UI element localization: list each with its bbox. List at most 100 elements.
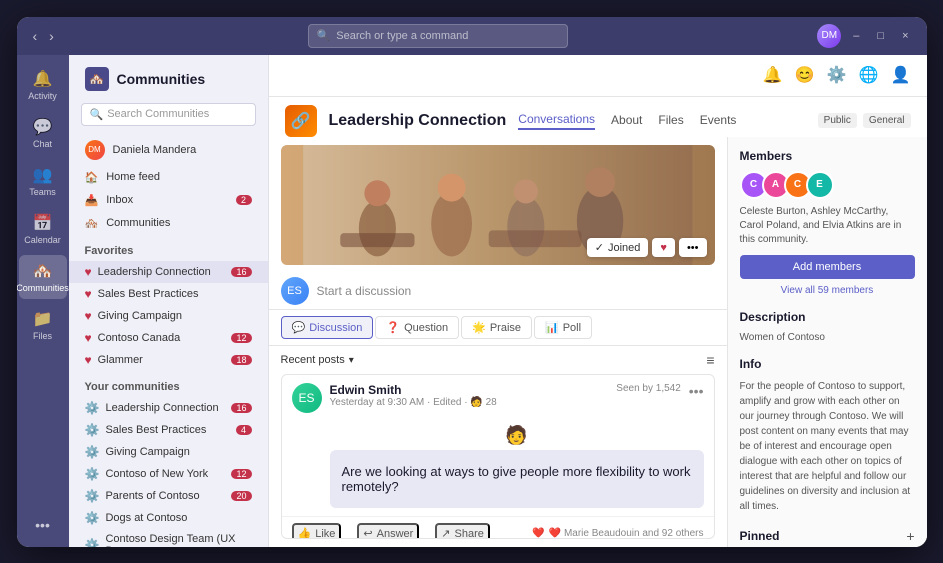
reactions-right: ❤️ ❤️ Marie Beaudouin and 92 others [532,528,703,538]
add-members-button[interactable]: Add members [740,255,915,279]
comm-icon-dogs: ⚙️ [85,511,100,525]
sidebar-item-chat[interactable]: 💬 Chat [19,111,67,155]
comm-item-poc[interactable]: ⚙️ Parents of Contoso 20 [69,485,268,507]
sidebar-nav-communities[interactable]: 🏘️ Communities [69,212,268,235]
comm-lc-label: Leadership Connection [105,402,218,414]
feed-area: ✓ Joined ♥ ••• ES Start a discussion [269,137,727,547]
answer-button[interactable]: ↩ Answer [357,523,419,538]
pinned-title: Pinned [740,529,780,543]
back-button[interactable]: ‹ [29,26,42,46]
forward-button[interactable]: › [45,26,58,46]
sidebar-item-more[interactable]: ••• [19,511,67,539]
comm-icon-gc: ⚙️ [85,445,100,459]
recent-posts-label[interactable]: Recent posts ▾ [281,354,354,366]
like-icon: 👍 [298,527,312,538]
sidebar-nav-home[interactable]: 🏠 Home feed [69,166,268,189]
comm-item-cny[interactable]: ⚙️ Contoso of New York 12 [69,463,268,485]
content-with-panel: ✓ Joined ♥ ••• ES Start a discussion [269,137,927,547]
tab-poll[interactable]: 📊 Poll [534,316,592,339]
user-name: Daniela Mandera [113,144,197,156]
globe-icon[interactable]: 🌐 [859,65,879,85]
share-button[interactable]: ↗ Share [435,523,490,538]
communities-nav-label: Communities [106,217,170,229]
fav-contoso-canada[interactable]: ♥ Contoso Canada 12 [69,327,268,349]
hero-heart-button[interactable]: ♥ [652,238,675,257]
heart-icon-leadership: ♥ [85,265,92,279]
teams-icon: 👥 [33,165,53,185]
sidebar-item-files[interactable]: 📁 Files [19,303,67,347]
more-dots: ••• [35,517,50,533]
bell-icon[interactable]: 🔔 [763,65,783,85]
avatar[interactable]: DM [817,24,841,48]
sidebar-item-activity[interactable]: 🔔 Activity [19,63,67,107]
tab-discussion[interactable]: 💬 Discussion [281,316,374,339]
comm-item-lc[interactable]: ⚙️ Leadership Connection 16 [69,397,268,419]
post-tabs: 💬 Discussion ❓ Question 🌟 Praise 📊 [269,310,727,346]
search-icon-top: 🔍 [317,29,331,42]
filter-icon[interactable]: ≡ [706,352,714,368]
praise-tab-label: Praise [490,322,521,334]
tab-events[interactable]: Events [700,113,737,129]
sidebar-nav-inbox[interactable]: 📥 Inbox 2 [69,189,268,212]
top-bar-icons: 🔔 😊 ⚙️ 🌐 👤 [763,65,911,85]
pinned-header: Pinned + [740,528,915,544]
emoji-icon[interactable]: 😊 [795,65,815,85]
tab-about[interactable]: About [611,113,642,129]
comm-poc-badge: 20 [231,491,251,501]
fav-leadership[interactable]: ♥ Leadership Connection 16 [69,261,268,283]
sidebar-item-teams[interactable]: 👥 Teams [19,159,67,203]
communities-label: Communities [17,283,69,293]
tab-question[interactable]: ❓ Question [375,316,459,339]
hero-more-button[interactable]: ••• [679,238,707,257]
post-actions: 👍 Like ↩ Answer ↗ Share [282,516,714,538]
recent-label-text: Recent posts [281,354,345,366]
close-button[interactable]: × [896,28,914,44]
inbox-label: Inbox [106,194,133,206]
like-button[interactable]: 👍 Like [292,523,342,538]
tab-praise[interactable]: 🌟 Praise [461,316,532,339]
home-icon: 🏠 [85,171,99,184]
add-pinned-button[interactable]: + [906,528,914,544]
poll-icon: 📊 [545,321,559,334]
recent-posts-header: Recent posts ▾ ≡ [269,346,727,374]
chat-icon: 💬 [33,117,53,137]
comm-cdt-label: Contoso Design Team (UX Des... [105,533,251,547]
comm-item-sbp[interactable]: ⚙️ Sales Best Practices 4 [69,419,268,441]
question-tab-label: Question [404,322,448,334]
inbox-icon: 📥 [85,194,99,207]
joined-button[interactable]: ✓ Joined [587,238,649,257]
user-avatar: DM [85,140,105,160]
activity-icon: 🔔 [33,69,53,89]
comm-item-gc[interactable]: ⚙️ Giving Campaign [69,441,268,463]
post-header: ES Edwin Smith Yesterday at 9:30 AM · Ed… [282,375,714,417]
discussion-icon: 💬 [292,321,306,334]
tab-files[interactable]: Files [658,113,683,129]
tab-conversations[interactable]: Conversations [518,112,595,130]
sidebar-user[interactable]: DM Daniela Mandera [69,134,268,166]
reactions-text: ❤️ Marie Beaudouin and 92 others [549,528,704,538]
post-more-button[interactable]: ••• [689,383,704,399]
answer-label: Answer [377,528,414,539]
profile-icon[interactable]: 👤 [891,65,911,85]
start-discussion-input[interactable]: Start a discussion [317,284,412,298]
comm-item-dogs[interactable]: ⚙️ Dogs at Contoso [69,507,268,529]
calendar-icon: 📅 [33,213,53,233]
sidebar-search-input[interactable] [107,108,246,120]
fav-giving[interactable]: ♥ Giving Campaign [69,305,268,327]
fav-sales[interactable]: ♥ Sales Best Practices [69,283,268,305]
left-rail: 🔔 Activity 💬 Chat 👥 Teams 📅 Calendar 🏘️ … [17,55,69,547]
fav-glammer[interactable]: ♥ Glammer 18 [69,349,268,371]
minimize-button[interactable]: – [847,28,865,44]
comm-item-cdt[interactable]: ⚙️ Contoso Design Team (UX Des... [69,529,268,547]
sidebar-item-communities[interactable]: 🏘️ Communities [19,255,67,299]
top-bar: 🔔 😊 ⚙️ 🌐 👤 [269,55,927,97]
search-input-top[interactable] [336,30,536,42]
settings-icon[interactable]: ⚙️ [827,65,847,85]
maximize-button[interactable]: □ [871,28,890,44]
sidebar-item-calendar[interactable]: 📅 Calendar [19,207,67,251]
view-all-members-link[interactable]: View all 59 members [740,285,915,296]
comm-icon-cny: ⚙️ [85,467,100,481]
channel-logo: 🔗 [285,105,317,137]
hero-image: ✓ Joined ♥ ••• [281,145,715,266]
calendar-label: Calendar [24,235,61,245]
